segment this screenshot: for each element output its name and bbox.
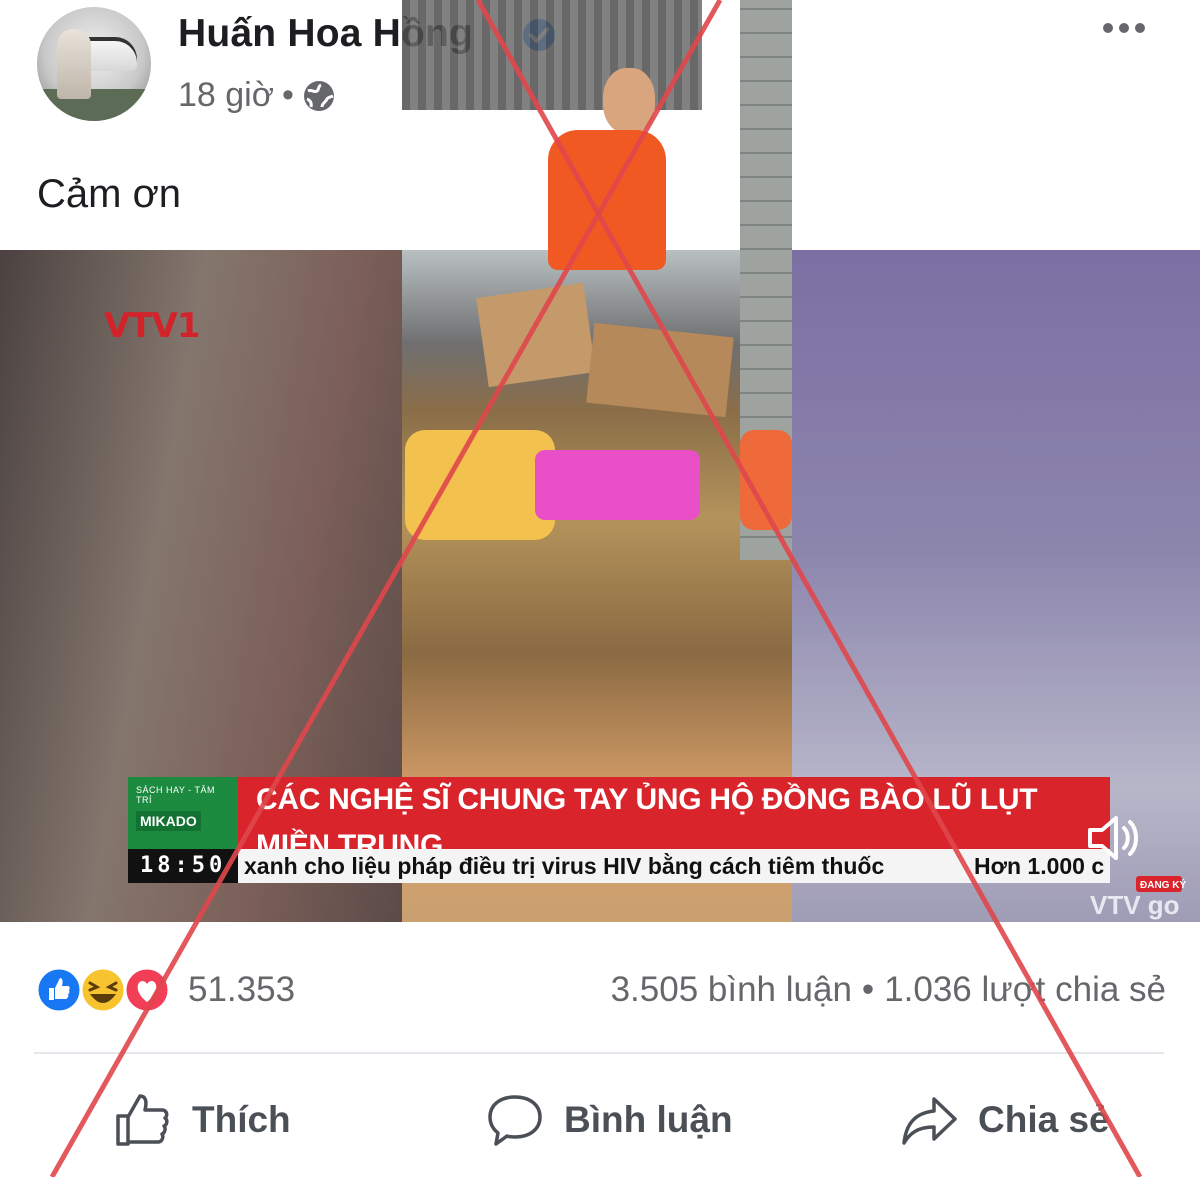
lower-third-panel: SÁCH HAY - TÂM TRÍ MIKADO	[128, 777, 238, 849]
comment-icon	[488, 1095, 542, 1146]
panel-logo: MIKADO	[136, 811, 201, 831]
divider	[34, 1052, 1164, 1054]
news-ticker: xanh cho liệu pháp điều trị virus HIV bằ…	[238, 849, 1110, 883]
scene-bag	[740, 430, 792, 530]
watermark-text: VTV go	[1090, 890, 1180, 920]
scene-life-vest	[548, 130, 666, 270]
share-button[interactable]: Chia sẻ	[900, 1090, 1110, 1150]
like-button[interactable]: Thích	[112, 1090, 291, 1150]
sound-icon[interactable]	[1084, 808, 1144, 868]
watermark-badge-text: ĐANG KÝ	[1140, 878, 1186, 891]
panel-top-text: SÁCH HAY - TÂM TRÍ	[136, 785, 216, 805]
post-timestamp[interactable]: 18 giờ	[178, 76, 274, 115]
avatar-person	[57, 29, 91, 99]
scene-roof	[402, 0, 702, 110]
meta-separator: •	[282, 76, 294, 114]
share-label: Chia sẻ	[978, 1099, 1110, 1140]
reactions-icons[interactable]	[35, 966, 175, 1014]
news-headline: CÁC NGHỆ SĨ CHUNG TAY ỦNG HỘ ĐỒNG BÀO LŨ…	[238, 777, 1110, 862]
comments-count[interactable]: 3.505 bình luận	[611, 970, 852, 1009]
author-avatar[interactable]	[37, 7, 151, 121]
more-options-icon[interactable]	[1100, 14, 1148, 42]
post-caption: Cảm ơn	[37, 172, 182, 216]
shares-count[interactable]: 1.036 lượt chia sẻ	[884, 970, 1166, 1009]
scene-box	[476, 282, 596, 388]
vtvgo-watermark: VTV go ĐANG KÝ	[1090, 876, 1186, 920]
post-meta: 18 giờ •	[178, 76, 336, 115]
news-clock: 18:50	[128, 849, 238, 883]
channel-logo: VTV1	[104, 306, 200, 346]
share-arrow-icon	[902, 1097, 957, 1145]
love-reaction-icon	[123, 966, 171, 1014]
thumbs-up-icon	[116, 1094, 169, 1146]
engagement-stats: 3.505 bình luận • 1.036 lượt chia sẻ	[611, 970, 1166, 1010]
scene-bag	[535, 450, 700, 520]
scene-box	[586, 322, 734, 418]
globe-icon[interactable]	[302, 79, 336, 113]
comment-label: Bình luận	[564, 1099, 733, 1140]
stats-separator: •	[861, 970, 875, 1009]
avatar-background	[37, 89, 151, 121]
scene-bag	[405, 430, 555, 540]
haha-reaction-icon	[79, 966, 127, 1014]
like-label: Thích	[192, 1099, 291, 1140]
ticker-text: xanh cho liệu pháp điều trị virus HIV bằ…	[244, 853, 885, 879]
comment-button[interactable]: Bình luận	[486, 1090, 733, 1150]
reactions-count[interactable]: 51.353	[188, 970, 295, 1010]
like-reaction-icon	[35, 966, 83, 1014]
scene-person-head	[603, 68, 655, 134]
